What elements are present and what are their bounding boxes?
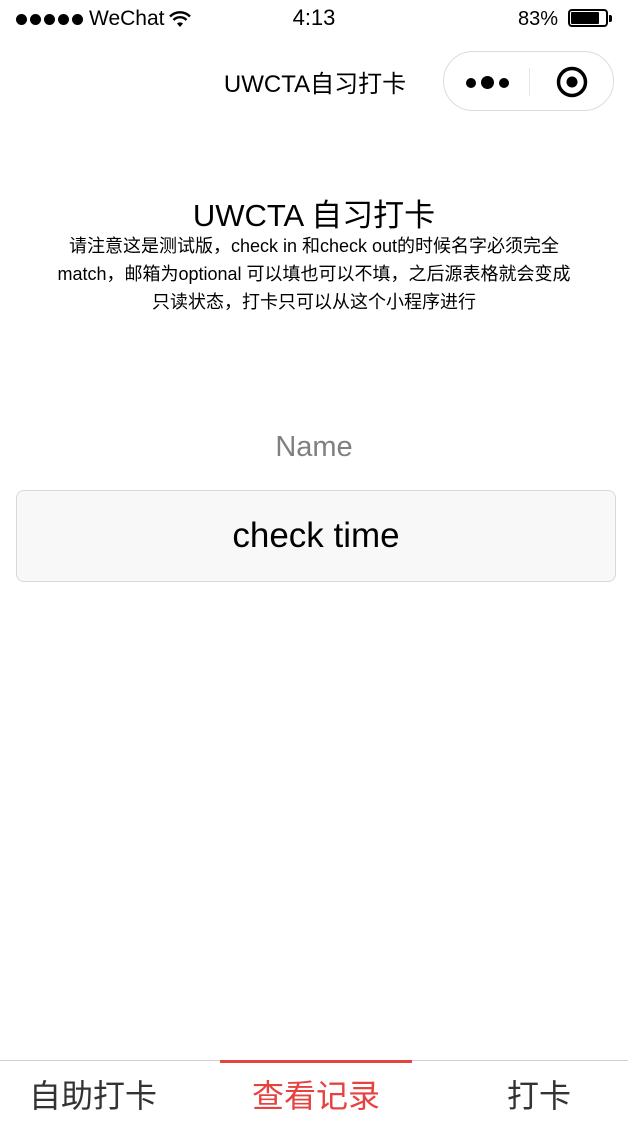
tab-self-checkin[interactable]: 自助打卡 xyxy=(0,1061,186,1127)
more-icon[interactable] xyxy=(466,76,509,89)
check-time-button[interactable]: check time xyxy=(16,490,616,582)
name-field[interactable]: Name xyxy=(0,431,628,464)
tab-view-records[interactable]: 查看记录 xyxy=(220,1061,412,1127)
close-miniprogram-icon[interactable] xyxy=(556,66,588,98)
tab-bar: 自助打卡 查看记录 打卡 xyxy=(0,1060,628,1127)
battery-info: 83% xyxy=(518,6,614,32)
test-notice: 请注意这是测试版，check in 和check out的时候名字必须完全mat… xyxy=(57,236,571,312)
miniprogram-capsule xyxy=(443,51,614,111)
status-bar: WeChat 4:13 83% xyxy=(0,0,628,40)
battery-icon xyxy=(568,9,614,29)
content-heading: UWCTA 自习打卡 xyxy=(192,198,436,233)
capsule-divider xyxy=(529,68,530,96)
page-title: UWCTA自习打卡 xyxy=(223,71,407,98)
tab-checkin[interactable]: 打卡 xyxy=(450,1061,628,1127)
battery-percent: 83% xyxy=(517,7,558,30)
